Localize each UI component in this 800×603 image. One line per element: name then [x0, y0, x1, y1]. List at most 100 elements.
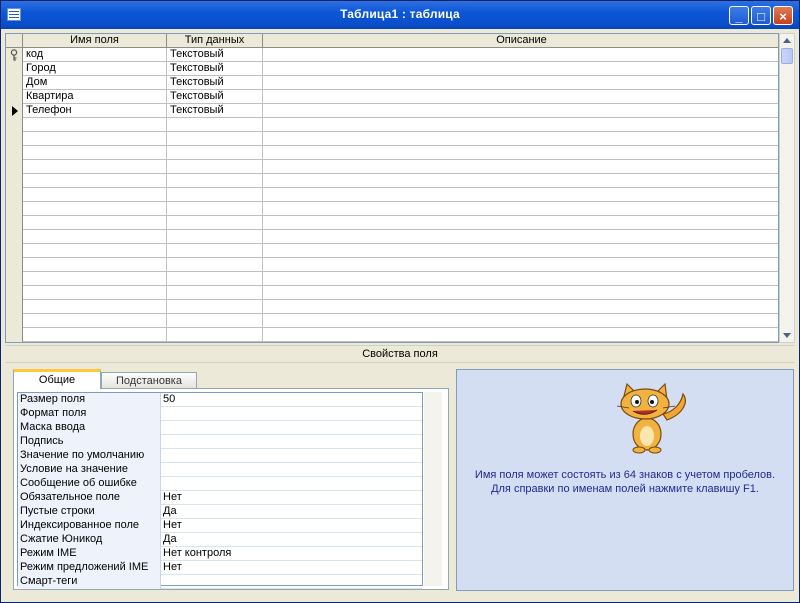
- row-selector[interactable]: [6, 272, 23, 286]
- data-type-cell[interactable]: [167, 202, 263, 216]
- table-row[interactable]: [6, 146, 778, 160]
- data-type-cell[interactable]: [167, 300, 263, 314]
- data-type-cell[interactable]: [167, 230, 263, 244]
- property-value[interactable]: Да: [161, 505, 422, 519]
- table-row[interactable]: [6, 230, 778, 244]
- description-cell[interactable]: [263, 146, 778, 160]
- close-button[interactable]: ×: [773, 6, 793, 25]
- field-name-cell[interactable]: [23, 286, 167, 300]
- property-row[interactable]: Обязательное поле Нет: [18, 491, 422, 505]
- table-row[interactable]: [6, 244, 778, 258]
- table-row[interactable]: [6, 160, 778, 174]
- data-type-cell[interactable]: [167, 328, 263, 342]
- field-name-cell[interactable]: [23, 160, 167, 174]
- field-name-cell[interactable]: Город: [23, 62, 167, 76]
- table-row[interactable]: [6, 216, 778, 230]
- table-row[interactable]: [6, 286, 778, 300]
- row-selector[interactable]: [6, 62, 23, 76]
- description-cell[interactable]: [263, 76, 778, 90]
- data-type-cell[interactable]: [167, 216, 263, 230]
- property-value[interactable]: [161, 421, 422, 435]
- description-cell[interactable]: [263, 286, 778, 300]
- property-value[interactable]: Нет: [161, 519, 422, 533]
- property-row[interactable]: Маска ввода: [18, 421, 422, 435]
- row-selector[interactable]: [6, 118, 23, 132]
- field-name-cell[interactable]: [23, 328, 167, 342]
- field-name-cell[interactable]: Квартира: [23, 90, 167, 104]
- row-selector[interactable]: [6, 174, 23, 188]
- field-name-cell[interactable]: [23, 146, 167, 160]
- scroll-down-icon[interactable]: [783, 333, 791, 338]
- tab-lookup[interactable]: Подстановка: [101, 372, 197, 389]
- row-selector[interactable]: [6, 76, 23, 90]
- row-selector[interactable]: [6, 90, 23, 104]
- table-row[interactable]: [6, 174, 778, 188]
- title-bar[interactable]: Таблица1 : таблица _ □ ×: [1, 1, 799, 29]
- data-type-cell[interactable]: Текстовый: [167, 62, 263, 76]
- row-selector[interactable]: [6, 104, 23, 118]
- data-type-cell[interactable]: Текстовый: [167, 76, 263, 90]
- property-row[interactable]: Режим IME Нет контроля: [18, 547, 422, 561]
- property-value[interactable]: Нет: [161, 561, 422, 575]
- tab-general[interactable]: Общие: [13, 369, 101, 389]
- table-row[interactable]: [6, 118, 778, 132]
- description-cell[interactable]: [263, 174, 778, 188]
- field-name-cell[interactable]: [23, 174, 167, 188]
- field-name-cell[interactable]: [23, 118, 167, 132]
- table-row[interactable]: [6, 272, 778, 286]
- row-selector[interactable]: [6, 314, 23, 328]
- table-row[interactable]: [6, 258, 778, 272]
- data-type-cell[interactable]: [167, 272, 263, 286]
- field-name-cell[interactable]: [23, 202, 167, 216]
- data-type-cell[interactable]: [167, 160, 263, 174]
- description-cell[interactable]: [263, 160, 778, 174]
- header-description[interactable]: Описание: [263, 34, 778, 47]
- property-row[interactable]: Размер поля 50: [18, 393, 422, 407]
- row-selector[interactable]: [6, 202, 23, 216]
- maximize-button[interactable]: □: [751, 6, 771, 25]
- description-cell[interactable]: [263, 230, 778, 244]
- table-row[interactable]: код Текстовый: [6, 48, 778, 62]
- data-type-cell[interactable]: [167, 314, 263, 328]
- property-value[interactable]: 50: [161, 393, 422, 407]
- table-row[interactable]: [6, 188, 778, 202]
- row-selector[interactable]: [6, 132, 23, 146]
- table-row[interactable]: [6, 314, 778, 328]
- property-row[interactable]: Смарт-теги: [18, 575, 422, 589]
- description-cell[interactable]: [263, 62, 778, 76]
- data-type-cell[interactable]: [167, 244, 263, 258]
- description-cell[interactable]: [263, 90, 778, 104]
- description-cell[interactable]: [263, 118, 778, 132]
- description-cell[interactable]: [263, 258, 778, 272]
- field-name-cell[interactable]: [23, 272, 167, 286]
- property-value[interactable]: [161, 575, 422, 589]
- field-name-cell[interactable]: [23, 300, 167, 314]
- header-selector[interactable]: [6, 34, 23, 47]
- table-row[interactable]: [6, 328, 778, 342]
- row-selector[interactable]: [6, 258, 23, 272]
- row-selector[interactable]: [6, 146, 23, 160]
- table-row[interactable]: Квартира Текстовый: [6, 90, 778, 104]
- data-type-cell[interactable]: Текстовый: [167, 104, 263, 118]
- description-cell[interactable]: [263, 216, 778, 230]
- field-name-cell[interactable]: Дом: [23, 76, 167, 90]
- field-name-cell[interactable]: [23, 314, 167, 328]
- field-name-cell[interactable]: [23, 188, 167, 202]
- property-value[interactable]: Нет: [161, 491, 422, 505]
- row-selector[interactable]: [6, 230, 23, 244]
- table-row[interactable]: Телефон Текстовый: [6, 104, 778, 118]
- property-value[interactable]: Да: [161, 533, 422, 547]
- table-row[interactable]: Город Текстовый: [6, 62, 778, 76]
- property-row[interactable]: Подпись: [18, 435, 422, 449]
- header-field-name[interactable]: Имя поля: [23, 34, 167, 47]
- field-name-cell[interactable]: [23, 258, 167, 272]
- description-cell[interactable]: [263, 244, 778, 258]
- property-row[interactable]: Сообщение об ошибке: [18, 477, 422, 491]
- description-cell[interactable]: [263, 188, 778, 202]
- field-name-cell[interactable]: [23, 244, 167, 258]
- description-cell[interactable]: [263, 132, 778, 146]
- field-name-cell[interactable]: Телефон: [23, 104, 167, 118]
- description-cell[interactable]: [263, 48, 778, 62]
- field-name-cell[interactable]: [23, 216, 167, 230]
- data-type-cell[interactable]: [167, 258, 263, 272]
